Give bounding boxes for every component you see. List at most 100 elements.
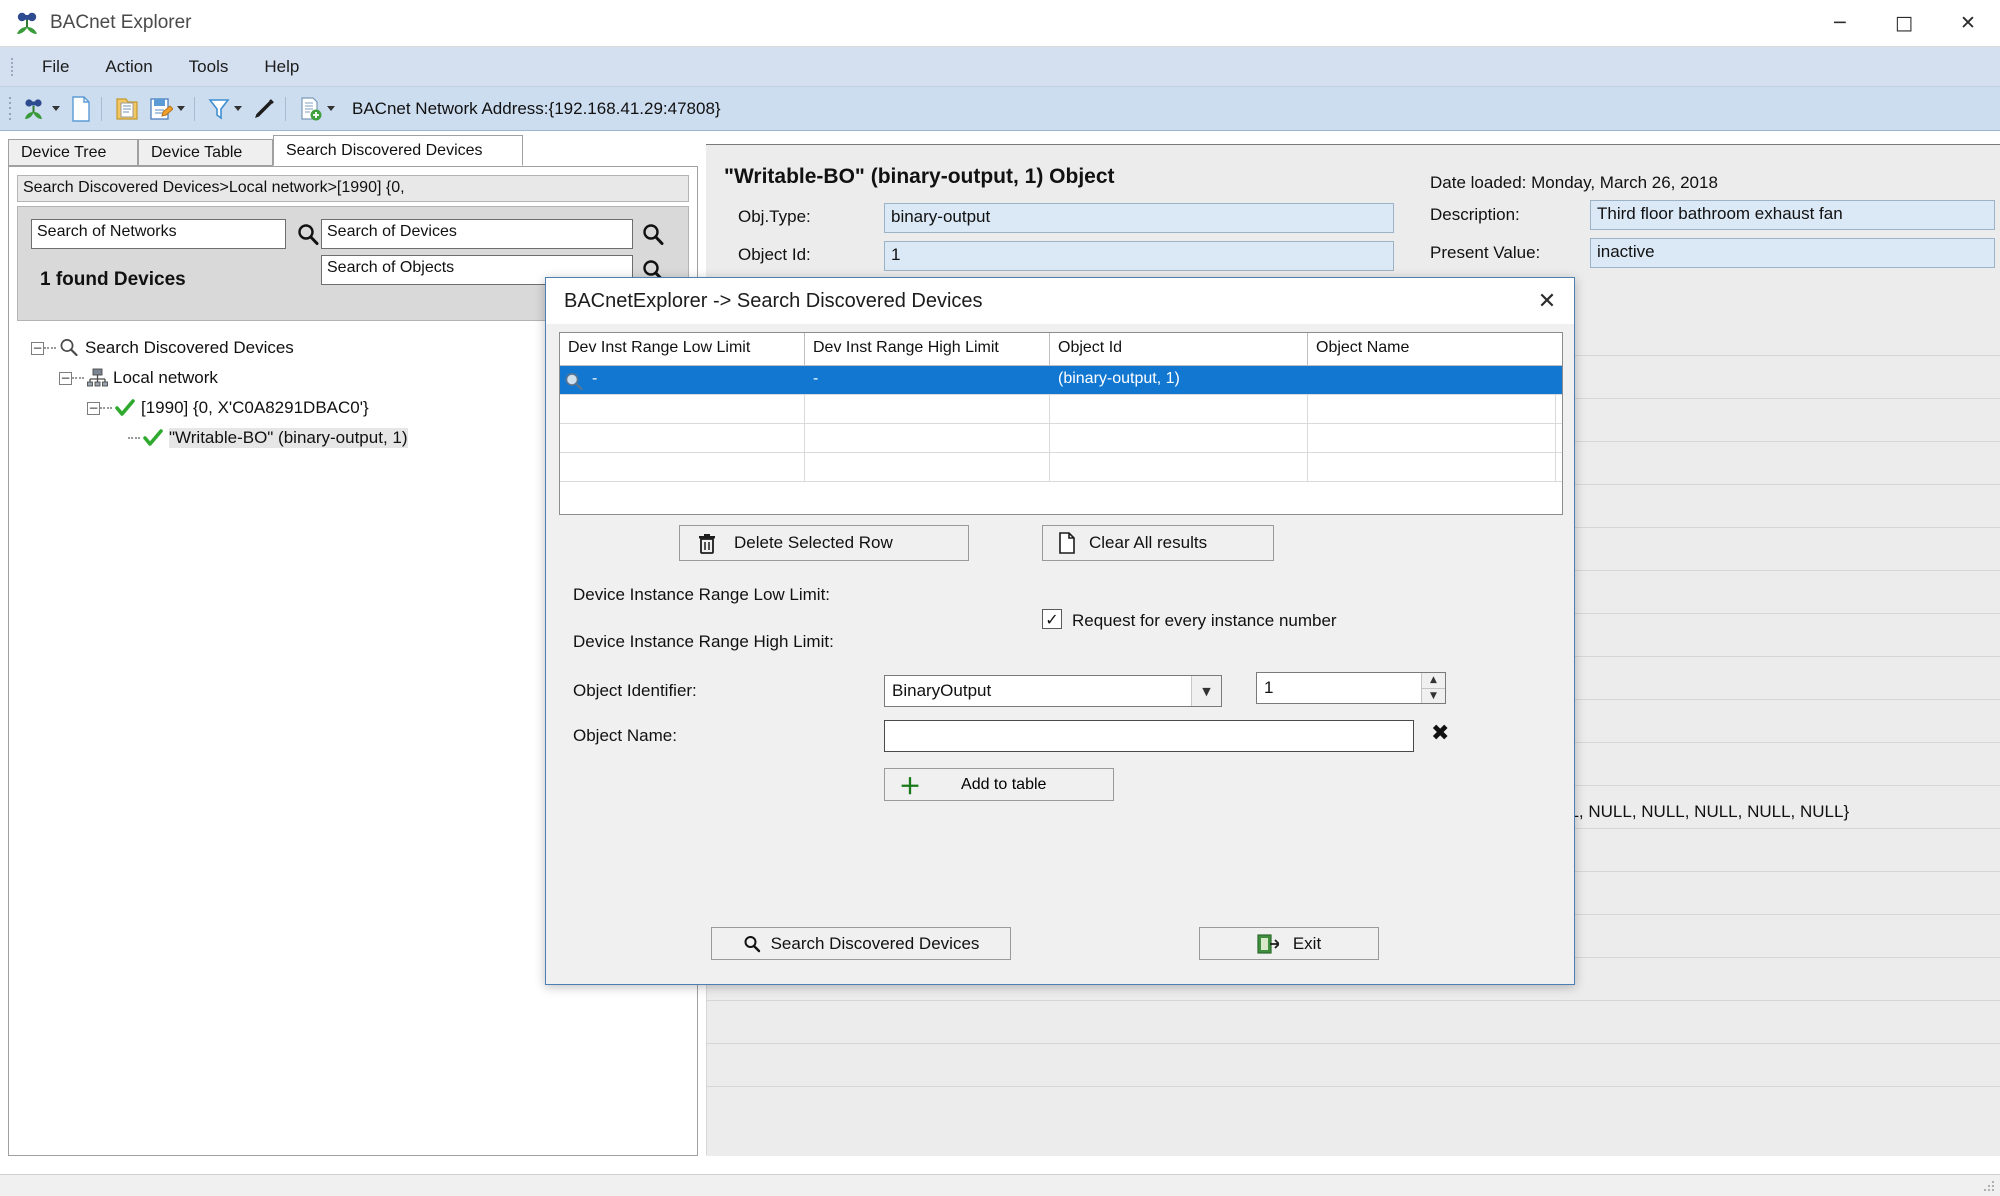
request-every-instance-checkbox[interactable]: ✓ — [1042, 609, 1062, 629]
clear-object-name-icon[interactable]: ✖ — [1431, 721, 1449, 746]
filter-button[interactable] — [205, 92, 245, 126]
menu-item-file[interactable]: File — [26, 53, 85, 81]
close-button[interactable]: ✕ — [1936, 0, 2000, 46]
low-limit-label: Device Instance Range Low Limit: — [573, 585, 831, 604]
pen-button[interactable] — [249, 92, 279, 126]
chevron-down-icon[interactable] — [177, 106, 185, 111]
object-id-label: Object Id: — [738, 245, 811, 264]
menu-item-action[interactable]: Action — [89, 53, 168, 81]
save-button[interactable] — [146, 92, 188, 126]
cell-object-name — [1308, 453, 1556, 481]
search-networks-icon[interactable] — [295, 222, 321, 248]
search-devices-icon[interactable] — [640, 222, 666, 248]
column-header-high-limit[interactable]: Dev Inst Range High Limit — [805, 333, 1050, 365]
open-folder-button[interactable] — [112, 92, 142, 126]
menu-grip-icon — [6, 55, 18, 79]
checkmark-icon: ✓ — [1045, 609, 1059, 629]
table-row[interactable]: - - (binary-output, 1) — [560, 366, 1562, 395]
chevron-down-icon[interactable] — [327, 106, 335, 111]
tab-search-discovered-devices[interactable]: Search Discovered Devices — [273, 135, 523, 166]
cell-object-name — [1308, 424, 1556, 452]
obj-type-value[interactable]: binary-output — [884, 203, 1394, 233]
tree-node-label: Local network — [113, 368, 218, 387]
tree-node-label: "Writable-BO" (binary-output, 1) — [169, 428, 408, 448]
window-controls: ─ □ ✕ — [1808, 0, 2000, 46]
cell-low-limit: - — [592, 370, 598, 387]
tree-node-label: Search Discovered Devices — [85, 338, 294, 357]
instance-number-value: 1 — [1264, 678, 1274, 697]
instance-number-stepper[interactable]: 1 ▲ ▼ — [1256, 672, 1446, 704]
column-header-object-id[interactable]: Object Id — [1050, 333, 1308, 365]
object-identifier-label: Object Identifier: — [573, 681, 697, 700]
toolbar-grip-icon — [5, 96, 15, 122]
tree-connector — [44, 347, 56, 349]
table-row[interactable] — [560, 395, 1562, 424]
table-row[interactable] — [560, 424, 1562, 453]
chevron-down-icon[interactable]: ▼ — [1191, 676, 1221, 706]
object-name-input[interactable] — [884, 720, 1414, 752]
object-name-label: Object Name: — [573, 726, 677, 745]
delete-selected-row-button[interactable]: Delete Selected Row — [679, 525, 969, 561]
search-networks-input[interactable]: Search of Networks — [31, 219, 286, 249]
search-discovered-devices-dialog: BACnetExplorer -> Search Discovered Devi… — [545, 277, 1575, 985]
cell-low-limit — [560, 424, 805, 452]
cell-high-limit — [805, 395, 1050, 423]
cell-high-limit: - — [813, 370, 819, 387]
new-file-button[interactable] — [67, 92, 95, 126]
table-row[interactable] — [560, 453, 1562, 482]
green-check-icon — [142, 427, 164, 449]
tab-device-tree[interactable]: Device Tree — [8, 139, 138, 166]
stepper-up-icon[interactable]: ▲ — [1421, 673, 1445, 689]
cell-object-id — [1050, 453, 1308, 481]
results-table[interactable]: Dev Inst Range Low Limit Dev Inst Range … — [559, 332, 1563, 515]
row-magnifier-icon — [563, 371, 585, 393]
expander-icon[interactable]: − — [59, 371, 72, 385]
search-icon — [743, 935, 761, 953]
high-limit-label: Device Instance Range High Limit: — [573, 632, 834, 651]
exit-door-icon — [1257, 933, 1279, 954]
cell-object-id — [1050, 395, 1308, 423]
clear-all-results-label: Clear All results — [1089, 533, 1208, 552]
exit-button[interactable]: Exit — [1199, 927, 1379, 960]
expander-icon[interactable]: − — [87, 401, 100, 415]
expander-placeholder — [115, 432, 128, 445]
toolbar-separator — [194, 96, 195, 121]
dialog-close-icon[interactable]: ✕ — [1520, 278, 1574, 324]
resize-grip-icon[interactable] — [1982, 1179, 1996, 1193]
search-discovered-devices-button[interactable]: Search Discovered Devices — [711, 927, 1011, 960]
tab-device-table[interactable]: Device Table — [138, 139, 273, 166]
present-value-label: Present Value: — [1430, 243, 1541, 262]
chevron-down-icon[interactable] — [234, 106, 242, 111]
dialog-titlebar: BACnetExplorer -> Search Discovered Devi… — [546, 278, 1574, 324]
present-value-value[interactable]: inactive — [1590, 238, 1995, 268]
add-document-button[interactable] — [296, 92, 338, 126]
discover-button[interactable] — [19, 92, 63, 126]
dialog-footer: Search Discovered Devices Exit — [559, 919, 1563, 979]
status-bar — [0, 1174, 2000, 1196]
tree-connector — [128, 437, 140, 439]
search-devices-input[interactable]: Search of Devices — [321, 219, 633, 249]
column-header-object-name[interactable]: Object Name — [1308, 333, 1556, 365]
menu-item-tools[interactable]: Tools — [173, 53, 245, 81]
add-to-table-button[interactable]: ＋ Add to table — [884, 768, 1114, 801]
cell-object-id: (binary-output, 1) — [1058, 370, 1180, 387]
object-id-value[interactable]: 1 — [884, 241, 1394, 271]
app-title: BACnet Explorer — [50, 12, 192, 33]
cell-low-limit — [560, 453, 805, 481]
chevron-down-icon[interactable] — [52, 106, 60, 111]
dialog-title: BACnetExplorer -> Search Discovered Devi… — [564, 289, 983, 312]
menu-item-help[interactable]: Help — [248, 53, 315, 81]
minimize-button[interactable]: ─ — [1808, 0, 1872, 46]
found-devices-label: 1 found Devices — [40, 269, 186, 290]
object-identifier-value: BinaryOutput — [892, 681, 992, 700]
column-header-low-limit[interactable]: Dev Inst Range Low Limit — [560, 333, 805, 365]
clear-all-results-button[interactable]: Clear All results — [1042, 525, 1274, 561]
stepper-down-icon[interactable]: ▼ — [1421, 688, 1445, 703]
expander-icon[interactable]: − — [31, 341, 44, 355]
description-value[interactable]: Third floor bathroom exhaust fan — [1590, 200, 1995, 230]
grid-row-line — [706, 1000, 2000, 1001]
object-identifier-select[interactable]: BinaryOutput ▼ — [884, 675, 1222, 707]
cell-high-limit — [805, 424, 1050, 452]
maximize-button[interactable]: □ — [1872, 0, 1936, 46]
stepper-buttons[interactable]: ▲ ▼ — [1421, 673, 1445, 703]
